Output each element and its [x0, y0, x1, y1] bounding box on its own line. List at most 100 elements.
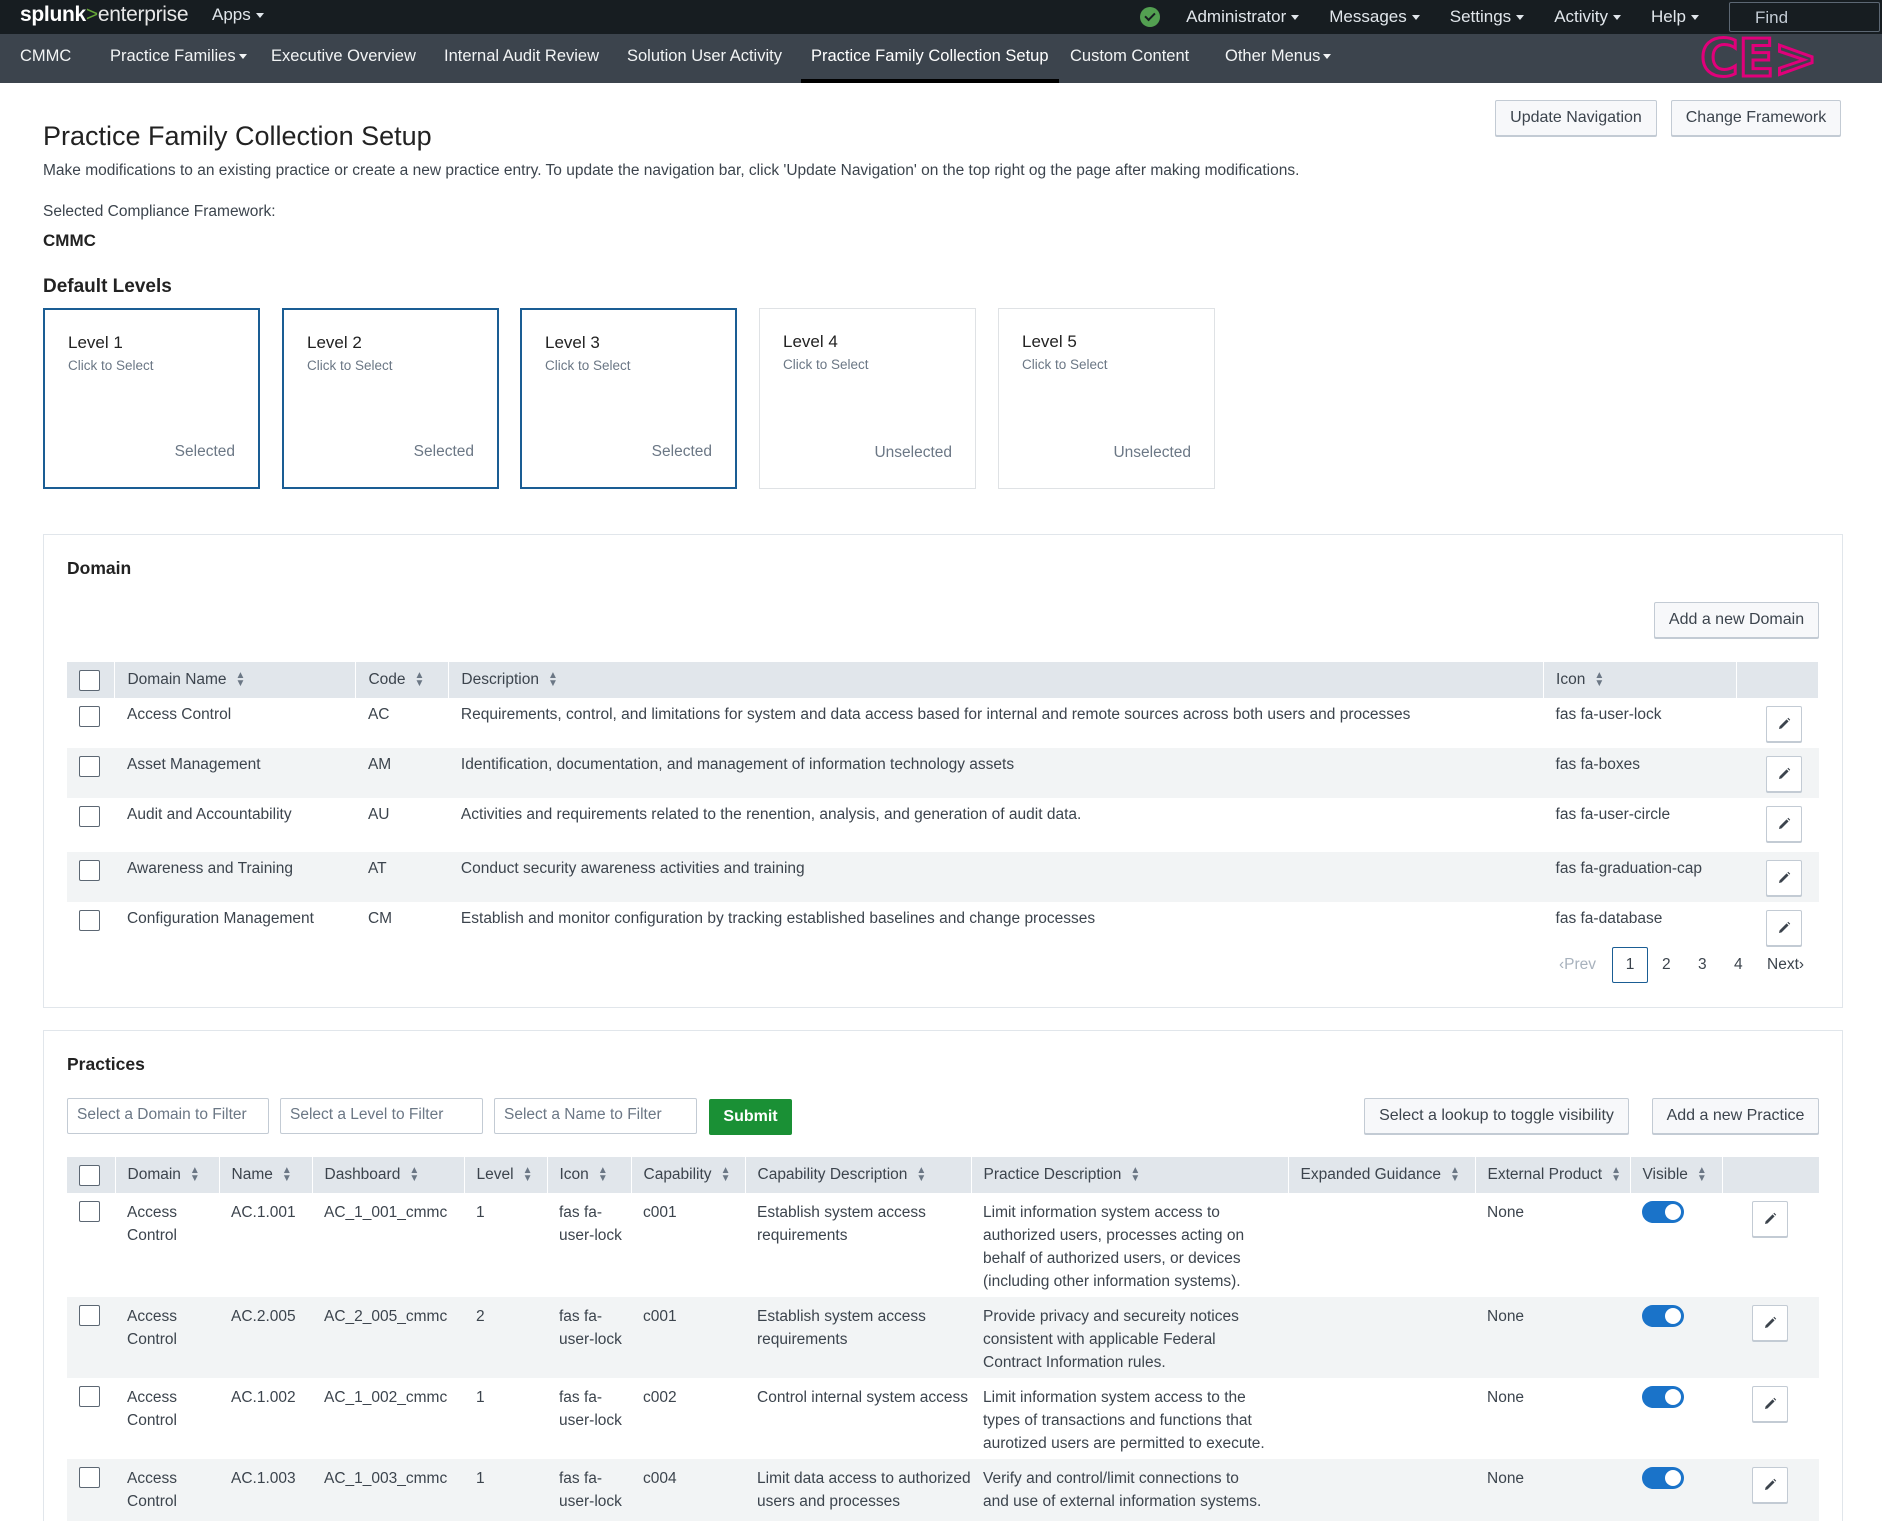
visible-toggle[interactable] [1642, 1305, 1684, 1327]
column-header[interactable]: Expanded Guidance ▲ ▼ [1288, 1157, 1476, 1193]
update-navigation-button[interactable]: Update Navigation [1495, 100, 1657, 136]
add-domain-button[interactable]: Add a new Domain [1654, 602, 1819, 638]
level-card-1[interactable]: Level 1 Click to Select Selected [43, 308, 260, 489]
row-checkbox[interactable] [79, 910, 100, 931]
column-header[interactable]: Description ▲ ▼ [448, 662, 1545, 698]
pencil-icon [1765, 1397, 1777, 1409]
pager-page-4[interactable]: 4 [1734, 956, 1743, 974]
nav-solution-user-activity[interactable]: Solution User Activity [627, 47, 782, 66]
pager-prev[interactable]: ‹Prev [1559, 956, 1596, 974]
column-header[interactable]: Domain ▲ ▼ [115, 1157, 220, 1193]
edit-button[interactable] [1766, 706, 1803, 742]
name-filter-input[interactable]: Select a Name to Filter [494, 1098, 697, 1134]
cell-expanded-guidance [1288, 1193, 1475, 1297]
level-card-3[interactable]: Level 3 Click to Select Selected [520, 308, 737, 489]
edit-button[interactable] [1766, 806, 1803, 842]
visible-toggle[interactable] [1642, 1467, 1684, 1489]
column-header[interactable]: Icon ▲ ▼ [1543, 662, 1737, 698]
splunk-logo[interactable]: splunk>enterprise [20, 3, 189, 27]
column-header[interactable]: Name ▲ ▼ [219, 1157, 313, 1193]
cell-dashboard[interactable]: AC_1_001_cmmc [312, 1193, 464, 1297]
toggle-visibility-lookup-button[interactable]: Select a lookup to toggle visibility [1364, 1098, 1629, 1134]
cell-dashboard[interactable]: AC_1_002_cmmc [312, 1378, 464, 1459]
administrator-menu[interactable]: Administrator [1186, 7, 1300, 27]
messages-menu[interactable]: Messages [1329, 7, 1420, 27]
find-input[interactable]: Find [1729, 2, 1880, 32]
column-header[interactable]: External Product ▲ ▼ [1475, 1157, 1631, 1193]
column-header[interactable]: Visible ▲ ▼ [1630, 1157, 1723, 1193]
row-checkbox[interactable] [79, 706, 100, 727]
pager-page-3[interactable]: 3 [1698, 956, 1707, 974]
select-all-checkbox[interactable] [79, 669, 100, 691]
add-practice-button[interactable]: Add a new Practice [1652, 1098, 1819, 1134]
row-checkbox[interactable] [79, 1201, 100, 1222]
level-card-4[interactable]: Level 4 Click to Select Unselected [759, 308, 976, 489]
health-status-icon[interactable] [1140, 7, 1161, 27]
table-row: Audit and Accountability AU Activities a… [67, 798, 1819, 852]
sort-icon: ▲ ▼ [597, 1164, 608, 1184]
nav-other-menus[interactable]: Other Menus [1225, 47, 1332, 66]
nav-custom-content[interactable]: Custom Content [1070, 47, 1189, 66]
cell-dashboard[interactable]: AC_2_005_cmmc [312, 1297, 464, 1378]
nav-other-menus-label: Other Menus [1225, 47, 1321, 65]
sort-icon: ▲ ▼ [547, 669, 558, 689]
nav-executive-overview[interactable]: Executive Overview [271, 47, 416, 66]
edit-button[interactable] [1752, 1467, 1788, 1503]
cell-name: AC.2.005 [219, 1297, 312, 1378]
submit-button[interactable]: Submit [709, 1099, 792, 1135]
cell-icon: fas fa-database [1555, 910, 1663, 927]
nav-internal-audit-review[interactable]: Internal Audit Review [444, 47, 599, 66]
select-all-checkbox[interactable] [79, 1164, 100, 1186]
edit-button[interactable] [1752, 1386, 1788, 1422]
column-header[interactable]: Capability ▲ ▼ [631, 1157, 746, 1193]
pager-page-2[interactable]: 2 [1662, 956, 1671, 974]
cell-domain: Access Control [115, 1459, 219, 1521]
visible-toggle[interactable] [1642, 1201, 1684, 1223]
help-menu[interactable]: Help [1651, 7, 1699, 27]
row-checkbox[interactable] [79, 1386, 100, 1407]
nav-practice-families[interactable]: Practice Families [110, 47, 247, 66]
cell-description: Establish and monitor configuration by t… [460, 910, 1096, 927]
edit-button[interactable] [1766, 910, 1803, 946]
sort-icon: ▲ ▼ [1611, 1164, 1621, 1184]
table-row: Configuration Management CM Establish an… [67, 902, 1819, 952]
activity-menu[interactable]: Activity [1554, 7, 1622, 27]
settings-menu[interactable]: Settings [1450, 7, 1525, 27]
change-framework-button[interactable]: Change Framework [1671, 100, 1841, 136]
column-header[interactable]: Capability Description ▲ ▼ [745, 1157, 972, 1193]
edit-button[interactable] [1752, 1201, 1788, 1237]
pager-prev-label: Prev [1564, 956, 1597, 973]
apps-menu[interactable]: Apps [212, 5, 264, 25]
row-checkbox[interactable] [79, 1305, 100, 1326]
edit-button[interactable] [1766, 860, 1803, 896]
edit-button[interactable] [1766, 756, 1803, 792]
column-header[interactable]: Icon ▲ ▼ [547, 1157, 632, 1193]
level-filter-input[interactable]: Select a Level to Filter [280, 1098, 483, 1134]
nav-practice-family-collection-setup[interactable]: Practice Family Collection Setup [801, 47, 1059, 83]
level-card-5[interactable]: Level 5 Click to Select Unselected [998, 308, 1215, 489]
column-header[interactable]: Level ▲ ▼ [464, 1157, 548, 1193]
cell-capability: c001 [631, 1297, 745, 1378]
level-card-2[interactable]: Level 2 Click to Select Selected [282, 308, 499, 489]
pager-page-1[interactable]: 1 [1612, 947, 1648, 983]
cell-name: AC.1.003 [219, 1459, 312, 1521]
column-header[interactable]: Domain Name ▲ ▼ [114, 662, 357, 698]
logo-gt: > [85, 3, 98, 26]
column-header[interactable]: Practice Description ▲ ▼ [971, 1157, 1289, 1193]
cell-icon: fas fa-user-lock [547, 1297, 631, 1378]
chevron-down-icon [1516, 15, 1525, 21]
column-header[interactable]: Code ▲ ▼ [355, 662, 450, 698]
edit-button[interactable] [1752, 1305, 1788, 1341]
row-checkbox[interactable] [79, 1467, 100, 1488]
nav-cmmc[interactable]: CMMC [20, 47, 71, 66]
visible-toggle[interactable] [1642, 1386, 1684, 1408]
pager-next[interactable]: Next› [1767, 956, 1804, 974]
cell-practice-description: Limit information system access to autho… [983, 1204, 1245, 1290]
cell-dashboard[interactable]: AC_1_003_cmmc [312, 1459, 464, 1521]
row-checkbox[interactable] [79, 756, 100, 777]
row-checkbox[interactable] [79, 806, 100, 827]
row-checkbox[interactable] [79, 860, 100, 881]
column-header[interactable]: Dashboard ▲ ▼ [312, 1157, 465, 1193]
cell-level: 1 [464, 1459, 547, 1521]
domain-filter-input[interactable]: Select a Domain to Filter [67, 1098, 269, 1134]
